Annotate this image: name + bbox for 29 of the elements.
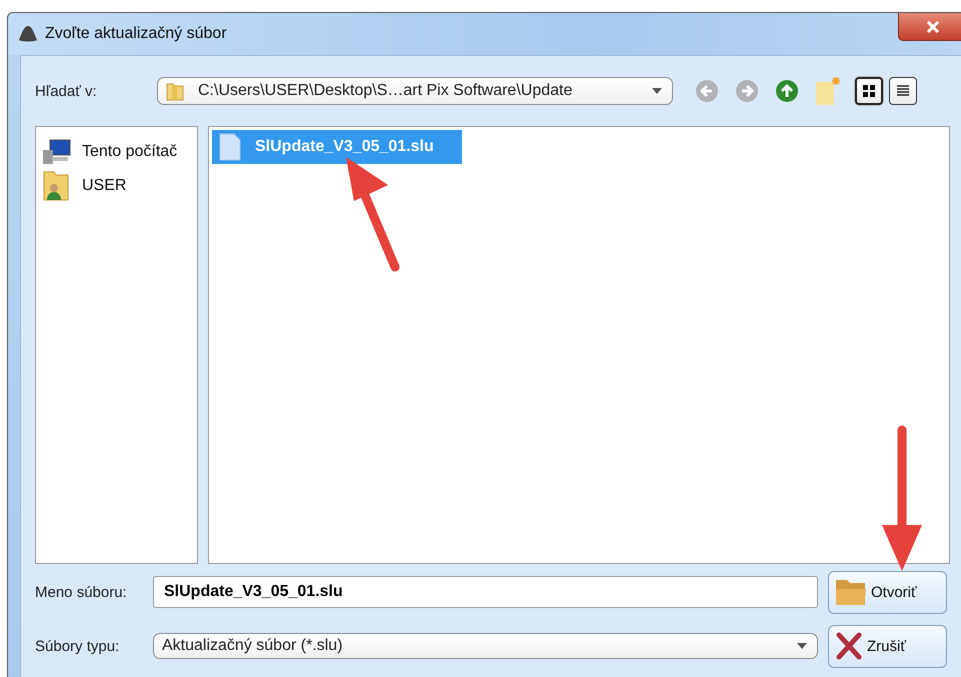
file-type-label: Súbory typu: — [35, 638, 120, 654]
look-in-label: Hľadať v: — [35, 82, 98, 100]
open-button[interactable]: Otvoriť — [828, 570, 947, 614]
file-name-label: Meno súboru: — [35, 584, 128, 600]
details-view-button[interactable] — [889, 77, 917, 105]
computer-icon — [42, 138, 72, 166]
place-item[interactable]: Tento počítač — [42, 135, 191, 169]
new-folder-icon — [815, 76, 841, 106]
folder-icon — [835, 578, 867, 606]
file-name-field[interactable]: SlUpdate_V3_05_01.slu — [153, 576, 818, 608]
icons-view-button[interactable] — [855, 77, 883, 105]
up-button[interactable] — [775, 79, 799, 103]
folder-icon — [166, 81, 184, 101]
caret-icon — [652, 88, 662, 94]
grid-icon — [861, 83, 877, 99]
file-icon — [219, 133, 241, 161]
app-icon — [18, 25, 38, 43]
close-icon — [926, 20, 940, 32]
file-type-text: Aktualizačný súbor (*.slu) — [162, 637, 344, 655]
list-icon — [895, 83, 911, 99]
x-icon — [835, 632, 863, 660]
cancel-button[interactable]: Zrušiť — [828, 624, 947, 668]
look-in-dropdown[interactable]: C:\Users\USER\Desktop\S…art Pix Software\Update — [157, 77, 673, 105]
window-title: Zvoľte aktualizačný súbor — [45, 25, 227, 43]
close-button[interactable] — [898, 13, 961, 41]
path-text: C:\Users\USER\Desktop\S…art Pix Software\Update — [198, 82, 574, 100]
caret-icon — [797, 643, 807, 649]
file-type-dropdown[interactable]: Aktualizačný súbor (*.slu) — [153, 633, 818, 659]
place-item[interactable]: USER — [42, 169, 191, 203]
